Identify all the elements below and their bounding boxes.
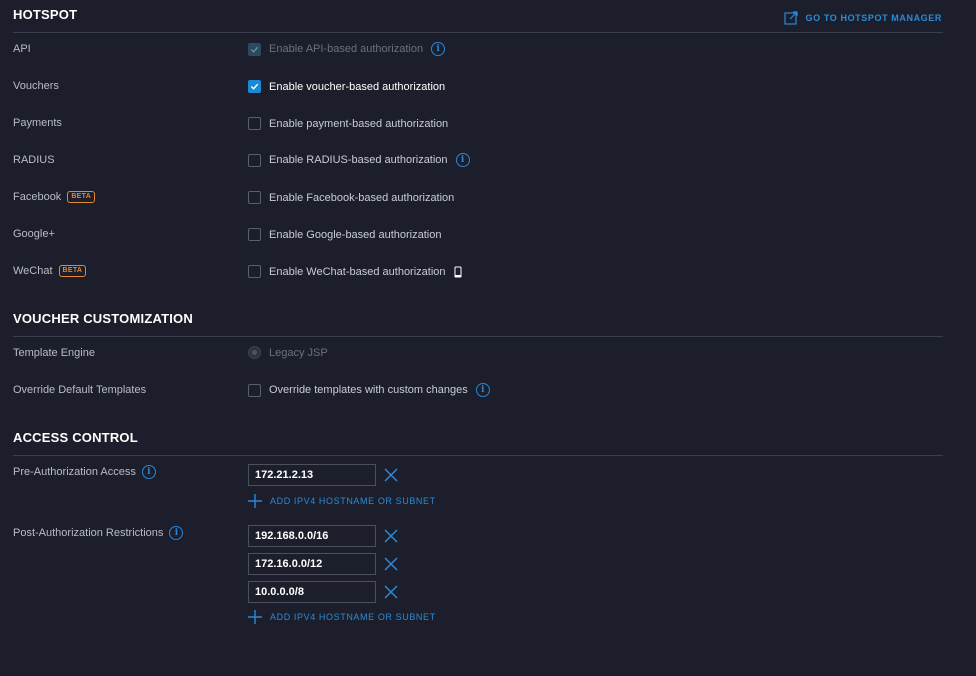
payments-label-text: Payments: [13, 117, 62, 129]
facebook-beta-badge: BETA: [67, 191, 96, 203]
wechat-option[interactable]: Enable WeChat-based authorization: [248, 265, 462, 278]
radius-option[interactable]: Enable RADIUS-based authorization i: [248, 153, 470, 167]
post-auth-remove-icon[interactable]: [383, 584, 399, 600]
override-templates-option-text: Override templates with custom changes: [269, 384, 468, 396]
google-checkbox[interactable]: [248, 228, 261, 241]
divider: [13, 455, 943, 456]
template-engine-label: Template Engine: [13, 347, 95, 359]
template-engine-label-text: Template Engine: [13, 347, 95, 359]
plus-icon: [248, 610, 262, 624]
api-option-text: Enable API-based authorization: [269, 43, 424, 55]
google-option-text: Enable Google-based authorization: [269, 228, 442, 241]
override-templates-option[interactable]: Override templates with custom changes i: [248, 383, 490, 397]
post-auth-label: Post-Authorization Restrictions i: [13, 526, 184, 540]
facebook-checkbox[interactable]: [248, 191, 261, 204]
template-engine-option: Legacy JSP: [248, 346, 328, 359]
vouchers-label: Vouchers: [13, 80, 59, 92]
wechat-label-text: WeChat: [13, 265, 53, 277]
api-option: Enable API-based authorization i: [248, 42, 446, 56]
hotspot-manager-label: GO TO HOTSPOT MANAGER: [805, 12, 942, 23]
override-templates-label: Override Default Templates: [13, 384, 146, 396]
facebook-option-text: Enable Facebook-based authorization: [269, 191, 455, 204]
divider: [13, 32, 943, 33]
radius-label: RADIUS: [13, 154, 55, 166]
wechat-label: WeChat BETA: [13, 265, 87, 277]
facebook-option[interactable]: Enable Facebook-based authorization: [248, 191, 454, 204]
vouchers-checkbox[interactable]: [248, 80, 261, 93]
access-section-title: ACCESS CONTROL: [13, 430, 138, 445]
wechat-checkbox[interactable]: [248, 265, 261, 278]
hotspot-section-title: HOTSPOT: [13, 7, 78, 22]
payments-option-text: Enable payment-based authorization: [269, 117, 449, 130]
payments-label: Payments: [13, 117, 62, 129]
radius-info-icon[interactable]: i: [455, 153, 470, 167]
override-info-icon[interactable]: i: [475, 383, 490, 397]
post-auth-add-label: ADD IPV4 HOSTNAME OR SUBNET: [270, 612, 436, 622]
post-auth-entry-input[interactable]: 192.168.0.0/16: [248, 525, 376, 547]
legacy-jsp-text: Legacy JSP: [269, 346, 328, 359]
pre-auth-remove-icon[interactable]: [383, 467, 399, 483]
facebook-label-text: Facebook: [13, 191, 62, 203]
voucher-section-title: VOUCHER CUSTOMIZATION: [13, 311, 193, 326]
pre-auth-add-label: ADD IPV4 HOSTNAME OR SUBNET: [270, 496, 436, 506]
post-auth-entry-input[interactable]: 10.0.0.0/8: [248, 581, 376, 603]
hotspot-manager-link[interactable]: GO TO HOTSPOT MANAGER: [783, 10, 942, 25]
vouchers-label-text: Vouchers: [13, 80, 59, 92]
api-checkbox: [248, 42, 261, 56]
post-auth-entry-input[interactable]: 172.16.0.0/12: [248, 553, 376, 575]
google-label: Google+: [13, 228, 55, 240]
mobile-phone-icon: [454, 266, 462, 277]
legacy-jsp-radio: [248, 346, 261, 359]
wechat-beta-badge: BETA: [58, 265, 87, 277]
override-templates-checkbox[interactable]: [248, 383, 261, 397]
google-option[interactable]: Enable Google-based authorization: [248, 228, 441, 241]
divider: [13, 336, 943, 337]
external-link-icon: [783, 11, 798, 25]
payments-option[interactable]: Enable payment-based authorization: [248, 117, 448, 130]
vouchers-option-text: Enable voucher-based authorization: [269, 80, 446, 93]
pre-auth-label-text: Pre-Authorization Access: [13, 466, 136, 478]
post-auth-add-button[interactable]: ADD IPV4 HOSTNAME OR SUBNET: [248, 610, 436, 624]
payments-checkbox[interactable]: [248, 117, 261, 130]
radius-option-text: Enable RADIUS-based authorization: [269, 154, 448, 166]
post-auth-info-icon[interactable]: i: [169, 526, 184, 540]
wechat-option-text: Enable WeChat-based authorization: [269, 265, 446, 278]
api-label-text: API: [13, 43, 31, 55]
vouchers-option[interactable]: Enable voucher-based authorization: [248, 80, 445, 93]
plus-icon: [248, 494, 262, 508]
radius-checkbox[interactable]: [248, 153, 261, 167]
post-auth-remove-icon[interactable]: [383, 528, 399, 544]
post-auth-label-text: Post-Authorization Restrictions: [13, 527, 164, 539]
radius-label-text: RADIUS: [13, 154, 55, 166]
override-templates-label-text: Override Default Templates: [13, 384, 147, 396]
api-info-icon[interactable]: i: [431, 42, 446, 56]
google-label-text: Google+: [13, 228, 55, 240]
pre-auth-info-icon[interactable]: i: [141, 465, 156, 479]
api-label: API: [13, 43, 31, 55]
pre-auth-entry-input[interactable]: 172.21.2.13: [248, 464, 376, 486]
post-auth-remove-icon[interactable]: [383, 556, 399, 572]
pre-auth-add-button[interactable]: ADD IPV4 HOSTNAME OR SUBNET: [248, 494, 436, 508]
pre-auth-label: Pre-Authorization Access i: [13, 465, 156, 479]
facebook-label: Facebook BETA: [13, 191, 96, 203]
